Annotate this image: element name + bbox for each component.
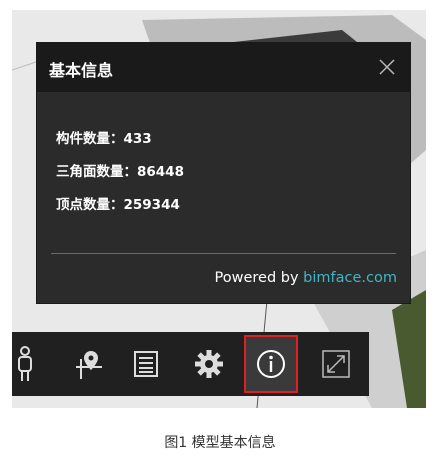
stat-value: 433 bbox=[123, 131, 152, 147]
map-pin-axis-icon bbox=[76, 351, 102, 379]
info-icon bbox=[257, 350, 285, 378]
person-walk-icon bbox=[18, 346, 32, 381]
panel-header: 基本信息 bbox=[37, 43, 410, 92]
walk-tool-button[interactable] bbox=[0, 335, 52, 393]
stat-label: 构件数量： bbox=[56, 131, 124, 147]
stat-value: 259344 bbox=[123, 197, 180, 213]
info-tool-button[interactable] bbox=[244, 335, 298, 393]
stat-value: 86448 bbox=[137, 164, 184, 180]
panel-title: 基本信息 bbox=[49, 61, 114, 80]
stats-list: 构件数量：433 三角面数量：86448 顶点数量：259344 bbox=[56, 129, 184, 228]
viewer-toolbar bbox=[12, 332, 369, 396]
stat-vertex-count: 顶点数量：259344 bbox=[56, 195, 184, 228]
model-info-panel: 基本信息 构件数量：433 三角面数量：86448 顶点数量：259344 Po… bbox=[36, 42, 411, 304]
divider bbox=[51, 253, 396, 254]
axis-tool-button[interactable] bbox=[62, 335, 116, 393]
fullscreen-tool-button[interactable] bbox=[309, 335, 363, 393]
stat-label: 顶点数量： bbox=[56, 197, 124, 213]
stat-component-count: 构件数量：433 bbox=[56, 129, 184, 162]
bimface-link[interactable]: bimface.com bbox=[303, 270, 397, 286]
settings-tool-button[interactable] bbox=[182, 335, 236, 393]
close-icon[interactable] bbox=[378, 58, 396, 76]
powered-prefix: Powered by bbox=[214, 270, 304, 286]
figure-caption: 图1 模型基本信息 bbox=[164, 435, 276, 451]
gear-icon bbox=[195, 350, 223, 378]
fullscreen-icon bbox=[322, 350, 350, 378]
powered-by: Powered by bimface.com bbox=[215, 270, 397, 286]
list-tool-button[interactable] bbox=[119, 335, 173, 393]
list-document-icon bbox=[134, 351, 158, 377]
stat-label: 三角面数量： bbox=[56, 164, 137, 180]
stat-triangle-count: 三角面数量：86448 bbox=[56, 162, 184, 195]
